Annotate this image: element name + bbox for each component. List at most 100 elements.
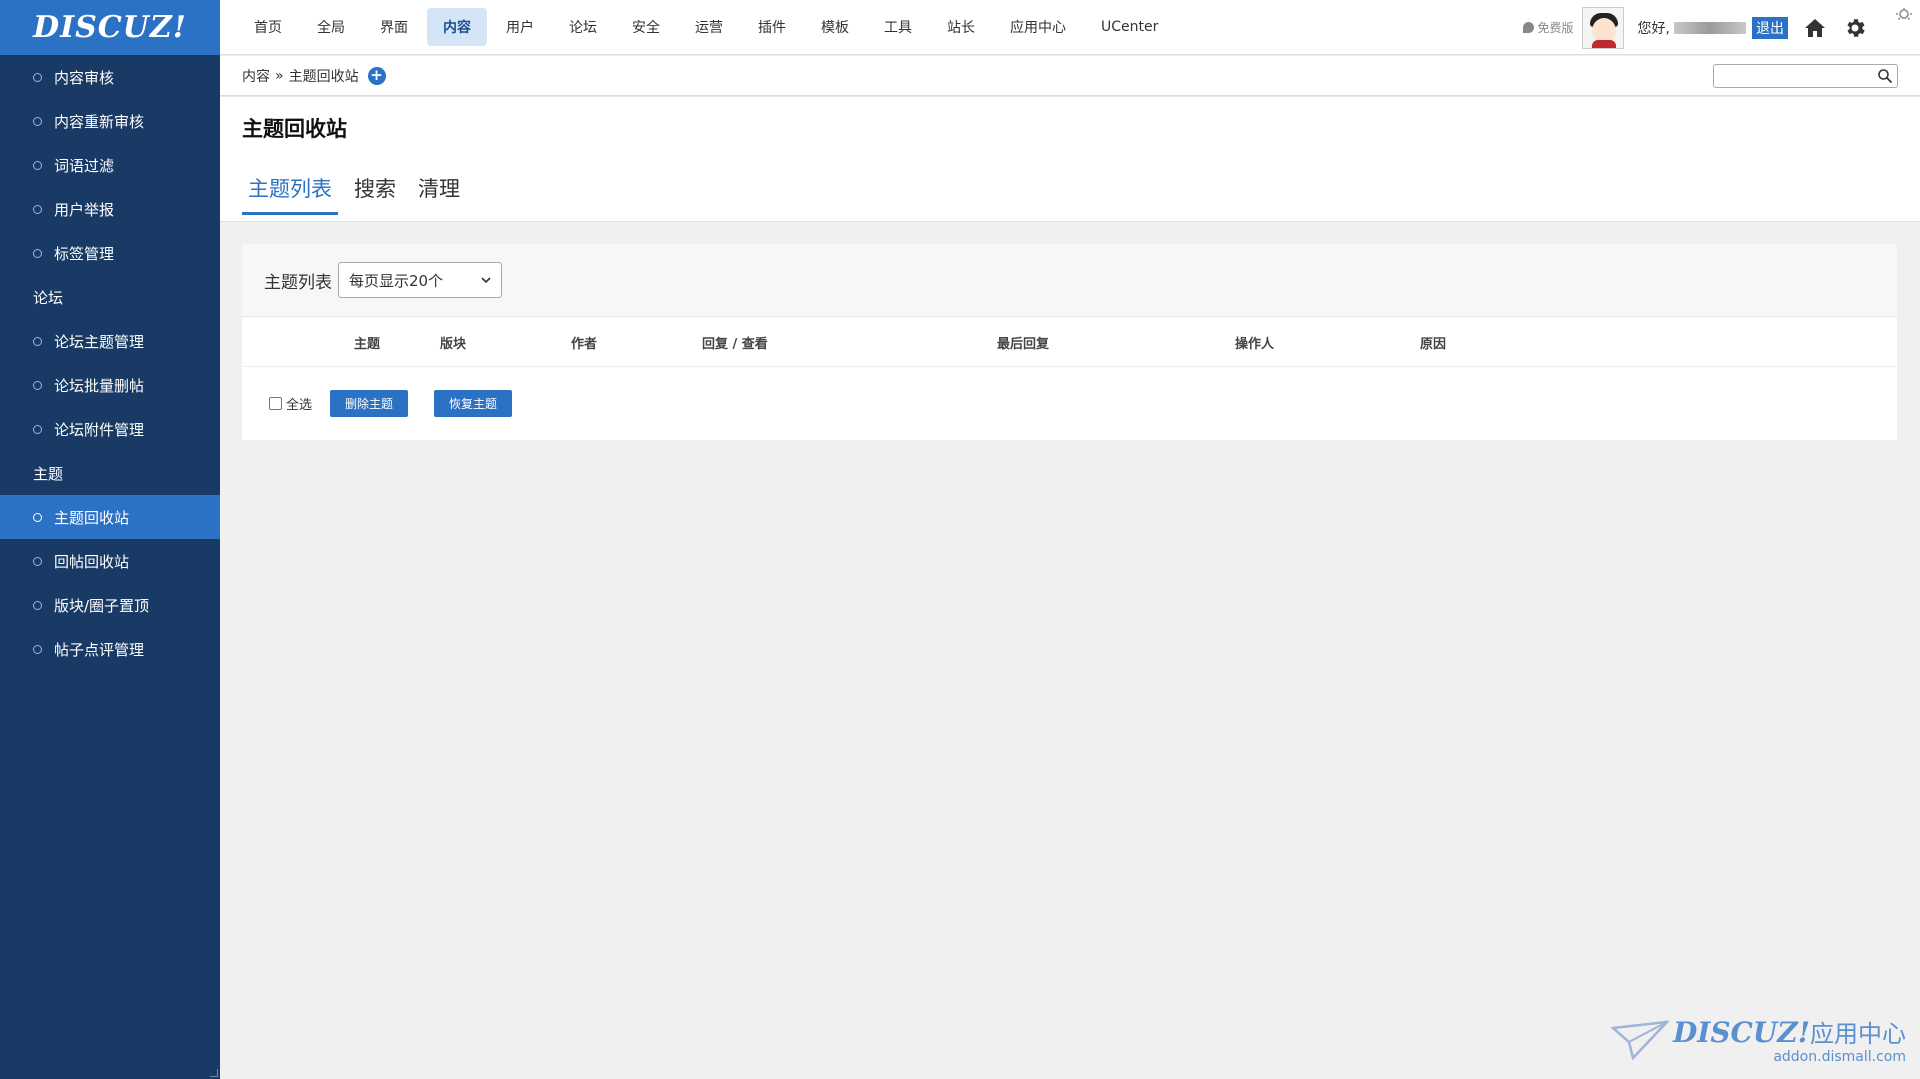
restore-topics-button[interactable]: 恢复主题 bbox=[434, 389, 513, 417]
circle-bullet-icon bbox=[33, 644, 42, 654]
sidebar-item[interactable]: 用户举报 bbox=[0, 187, 220, 231]
select-all[interactable]: 全选 bbox=[269, 394, 312, 413]
chat-bubble-icon bbox=[1522, 22, 1534, 33]
top-nav-item[interactable]: 站长 bbox=[931, 8, 991, 46]
breadcrumb-bar: 内容 » 主题回收站 + bbox=[220, 56, 1920, 96]
circle-bullet-icon bbox=[33, 600, 42, 610]
top-nav-item[interactable]: 界面 bbox=[364, 8, 424, 46]
watermark-brand-cn: 应用中心 bbox=[1810, 1020, 1906, 1048]
top-nav-item[interactable]: 应用中心 bbox=[994, 8, 1082, 46]
top-nav-item[interactable]: 插件 bbox=[742, 8, 802, 46]
column-header: 原因 bbox=[1420, 337, 1447, 352]
sidebar-item[interactable]: 主题回收站 bbox=[0, 495, 220, 539]
top-nav-item[interactable]: 论坛 bbox=[553, 8, 613, 46]
sidebar-item[interactable]: 标签管理 bbox=[0, 231, 220, 275]
select-all-label: 全选 bbox=[286, 397, 313, 413]
sidebar: DISCUZ! 内容审核内容重新审核 词语过滤用户举报标签管理 论坛论坛主题管理 论坛… bbox=[0, 0, 220, 1079]
sidebar-item[interactable]: 内容重新审核 bbox=[0, 99, 220, 143]
add-shortcut-button[interactable]: + bbox=[367, 66, 386, 85]
search-icon[interactable] bbox=[1877, 68, 1893, 84]
chevron-down-icon bbox=[481, 277, 491, 284]
logo-text: DISCUZ! bbox=[33, 10, 187, 45]
select-all-checkbox[interactable] bbox=[269, 396, 282, 410]
top-nav-item[interactable]: 运营 bbox=[679, 8, 739, 46]
watermark-text: DISCUZ!应用中心 addon.dismall.com bbox=[1673, 1018, 1906, 1066]
home-icon[interactable] bbox=[1802, 15, 1828, 41]
blurred-username bbox=[1674, 21, 1746, 34]
sidebar-item[interactable]: 论坛批量删帖 bbox=[0, 363, 220, 407]
sidebar-group-label: 主题 bbox=[0, 451, 220, 495]
top-nav-item[interactable]: 首页 bbox=[238, 8, 298, 46]
free-version-label: 免费版 bbox=[1537, 21, 1574, 35]
sidebar-item[interactable]: 词语过滤 bbox=[0, 143, 220, 187]
search-input[interactable] bbox=[1714, 65, 1874, 87]
page-tabs: 主题列表 搜索 清理 bbox=[242, 173, 476, 215]
sidebar-item-label: 主题回收站 bbox=[54, 508, 130, 527]
gear-icon[interactable] bbox=[1842, 15, 1868, 41]
column-header: 版块 bbox=[440, 337, 467, 352]
topic-list-card: 主题列表 每页显示20个 主题 版块 作者 回复 / 查看 最后回复 操作人 原因 全选 删… bbox=[242, 244, 1897, 440]
sidebar-group-label: 论坛 bbox=[0, 275, 220, 319]
delete-topics-button[interactable]: 删除主题 bbox=[330, 389, 409, 417]
top-nav-item[interactable]: 用户 bbox=[490, 8, 550, 46]
list-label: 主题列表 bbox=[264, 272, 332, 293]
sidebar-item[interactable]: 论坛附件管理 bbox=[0, 407, 220, 451]
sidebar-item-label: 回帖回收站 bbox=[54, 552, 130, 571]
top-nav-item[interactable]: UCenter bbox=[1085, 8, 1174, 46]
sidebar-group-text: 主题 bbox=[33, 464, 64, 483]
column-header: 主题 bbox=[354, 337, 381, 352]
tab[interactable]: 搜索 bbox=[348, 173, 402, 215]
circle-bullet-icon bbox=[33, 512, 42, 522]
sidebar-item[interactable]: 版块/圈子置顶 bbox=[0, 583, 220, 627]
top-nav-item[interactable]: 安全 bbox=[616, 8, 676, 46]
resize-handle[interactable] bbox=[210, 1069, 218, 1077]
page-header: 主题回收站 主题列表 搜索 清理 bbox=[220, 97, 1920, 222]
sidebar-item[interactable]: 回帖回收站 bbox=[0, 539, 220, 583]
sidebar-item-label: 帖子点评管理 bbox=[54, 640, 145, 659]
sidebar-item-label: 用户举报 bbox=[54, 200, 115, 219]
sidebar-item[interactable]: 内容审核 bbox=[0, 55, 220, 99]
greeting-text: 您好, bbox=[1637, 20, 1670, 37]
column-header: 作者 bbox=[571, 337, 598, 352]
watermark: DISCUZ!应用中心 addon.dismall.com bbox=[1610, 1018, 1906, 1066]
free-version-badge[interactable]: 免费版 bbox=[1522, 19, 1574, 36]
sidebar-item-label: 论坛附件管理 bbox=[54, 420, 145, 439]
circle-bullet-icon bbox=[33, 248, 42, 258]
sidebar-item-label: 论坛主题管理 bbox=[54, 332, 145, 351]
theme-toggle-icon[interactable] bbox=[1882, 7, 1920, 45]
top-nav-item[interactable]: 工具 bbox=[868, 8, 928, 46]
per-page-select[interactable]: 每页显示20个 bbox=[338, 262, 502, 298]
avatar[interactable] bbox=[1581, 6, 1624, 49]
sidebar-item-label: 词语过滤 bbox=[54, 156, 115, 175]
watermark-brand: DISCUZ!应用中心 bbox=[1673, 1018, 1906, 1049]
sidebar-item-label: 论坛批量删帖 bbox=[54, 376, 145, 395]
per-page-value: 每页显示20个 bbox=[349, 271, 444, 290]
top-nav-item[interactable]: 全局 bbox=[301, 8, 361, 46]
column-header: 最后回复 bbox=[997, 337, 1050, 352]
search-box bbox=[1713, 64, 1898, 88]
top-nav-item[interactable]: 模板 bbox=[805, 8, 865, 46]
circle-bullet-icon bbox=[33, 160, 42, 170]
top-navigation: 首页 全局 界面 内容 用户 论坛 安全 运营 插件 模板 工具 站长 应用中心 UCenter 免费版 … bbox=[220, 0, 1920, 55]
tab[interactable]: 主题列表 bbox=[242, 173, 338, 215]
sidebar-item[interactable]: 论坛主题管理 bbox=[0, 319, 220, 363]
user-greeting: 您好, 退出 bbox=[1637, 16, 1788, 39]
sidebar-item-label: 内容重新审核 bbox=[54, 112, 145, 131]
breadcrumb: 内容 » 主题回收站 + bbox=[242, 66, 386, 86]
logout-button[interactable]: 退出 bbox=[1752, 16, 1788, 39]
top-nav-item[interactable]: 内容 bbox=[427, 8, 487, 46]
logo[interactable]: DISCUZ! bbox=[0, 0, 220, 55]
page-title: 主题回收站 bbox=[242, 117, 347, 141]
sidebar-item-label: 版块/圈子置顶 bbox=[54, 596, 150, 615]
breadcrumb-separator: » bbox=[275, 67, 284, 84]
sidebar-item-label: 内容审核 bbox=[54, 68, 115, 87]
tab[interactable]: 清理 bbox=[412, 173, 466, 215]
column-header: 回复 / 查看 bbox=[702, 337, 768, 352]
circle-bullet-icon bbox=[33, 380, 42, 390]
top-nav-items: 首页 全局 界面 内容 用户 论坛 安全 运营 插件 模板 工具 站长 应用中心 UCenter bbox=[220, 0, 1177, 54]
table-header: 主题 版块 作者 回复 / 查看 最后回复 操作人 原因 bbox=[242, 317, 1897, 367]
list-header: 主题列表 每页显示20个 bbox=[242, 244, 1897, 317]
breadcrumb-root[interactable]: 内容 bbox=[242, 66, 270, 86]
sidebar-item[interactable]: 帖子点评管理 bbox=[0, 627, 220, 671]
watermark-brand-name: DISCUZ! bbox=[1672, 1016, 1810, 1049]
